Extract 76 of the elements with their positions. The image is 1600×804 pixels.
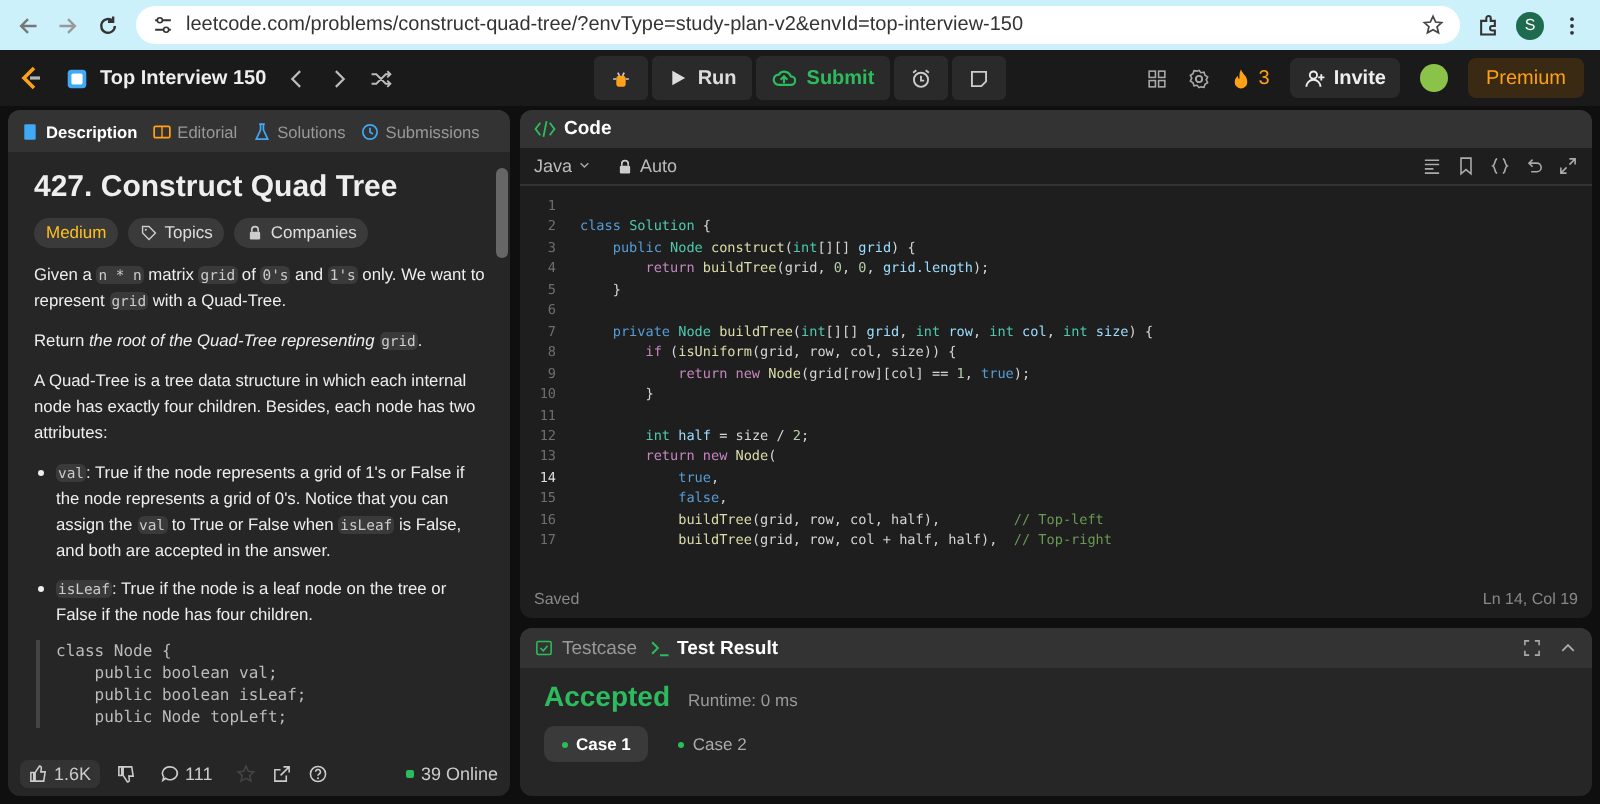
settings-icon[interactable] <box>1188 67 1211 89</box>
online-count: 39 Online <box>406 764 498 784</box>
terminal-icon <box>649 638 669 658</box>
language-dropdown[interactable]: Java <box>534 156 597 176</box>
document-icon <box>20 121 40 141</box>
alarm-clock-icon <box>910 67 933 89</box>
panel-tab[interactable]: Editorial <box>145 121 244 141</box>
scrollbar-thumb[interactable] <box>496 168 508 258</box>
back-arrow-icon[interactable] <box>16 13 40 37</box>
braces-icon[interactable] <box>1490 156 1510 176</box>
panel-tab[interactable]: Solutions <box>245 121 352 141</box>
bookmark-icon[interactable] <box>1456 156 1476 176</box>
format-icon[interactable] <box>1422 156 1442 176</box>
url-text: leetcode.com/problems/construct-quad-tree/?envType=study-plan-v2&envId=top-interview-150 <box>186 14 1026 36</box>
site-settings-icon[interactable] <box>152 14 174 36</box>
streak-counter[interactable]: 3 <box>1230 67 1270 89</box>
star-icon[interactable] <box>236 764 257 784</box>
verdict-text: Accepted <box>544 680 671 712</box>
panel-tab[interactable]: Submissions <box>353 121 486 141</box>
premium-button[interactable]: Premium <box>1467 58 1584 98</box>
case-tab[interactable]: Case 1 <box>544 726 649 762</box>
reset-icon[interactable] <box>1524 156 1544 176</box>
book-icon <box>151 121 172 141</box>
logo-icon[interactable] <box>16 64 44 92</box>
panel-tab[interactable]: Description <box>14 121 144 141</box>
panel-title: Code <box>564 118 612 140</box>
problem-list-link[interactable]: Top Interview 150 <box>100 67 267 89</box>
user-avatar[interactable] <box>1419 64 1448 92</box>
thumbs-up-icon <box>28 764 48 784</box>
run-button[interactable]: Run <box>651 56 753 100</box>
invite-button[interactable]: Invite <box>1289 58 1400 98</box>
shuffle-icon[interactable] <box>370 67 393 89</box>
panel-tab[interactable]: Test Result <box>649 637 779 659</box>
clock-icon <box>359 121 380 141</box>
tag-chip[interactable]: Topics <box>128 218 225 248</box>
timer-button[interactable] <box>894 56 949 100</box>
flame-icon <box>1230 67 1253 89</box>
like-button[interactable]: 1.6K <box>20 760 100 788</box>
tag-chip[interactable]: Companies <box>234 218 369 248</box>
extensions-icon[interactable] <box>1476 13 1500 37</box>
case-tab[interactable]: Case 2 <box>660 726 765 762</box>
note-icon <box>968 67 991 89</box>
flask-icon <box>251 121 272 141</box>
lock-icon <box>246 224 265 242</box>
notes-button[interactable] <box>952 56 1007 100</box>
code-brackets-icon <box>534 118 556 140</box>
lock-icon <box>616 157 635 175</box>
reload-icon[interactable] <box>96 13 120 37</box>
expand-icon[interactable] <box>1558 156 1578 176</box>
tag-icon <box>140 224 159 242</box>
code-example: class Node { public boolean val; public boolean isLeaf; public Node topLeft; <box>36 640 486 728</box>
description-paragraph: A Quad-Tree is a tree data structure in which each internal node has exactly four children. Besides, each node has two attributes: <box>34 368 478 446</box>
difficulty-label: Medium <box>34 218 119 248</box>
autocomplete-mode[interactable]: Auto <box>616 156 678 176</box>
problem-title: 427. Construct Quad Tree <box>34 168 400 206</box>
profile-avatar[interactable]: S <box>1516 11 1544 39</box>
checkbox-icon <box>534 638 554 658</box>
save-status: Saved <box>534 589 580 607</box>
submit-button[interactable]: Submit <box>756 56 891 100</box>
help-icon[interactable] <box>308 764 329 784</box>
add-person-icon <box>1303 67 1326 89</box>
runtime-text: Runtime: 0 ms <box>688 690 798 710</box>
thumbs-down-icon[interactable] <box>115 764 136 784</box>
play-icon <box>667 68 688 88</box>
bug-icon <box>609 67 632 89</box>
speech-bubble-icon <box>159 764 180 784</box>
upload-cloud-icon <box>772 66 797 90</box>
panel-tab[interactable]: Testcase <box>534 637 637 659</box>
debug-button[interactable] <box>593 56 648 100</box>
share-icon[interactable] <box>272 764 293 784</box>
cursor-position: Ln 14, Col 19 <box>1482 589 1578 607</box>
address-bar[interactable]: leetcode.com/problems/construct-quad-tree/?envType=study-plan-v2&envId=top-interview-150 <box>136 6 1460 44</box>
bookmark-star-icon[interactable] <box>1422 14 1444 36</box>
comments-button[interactable]: 111 <box>151 760 221 788</box>
fullscreen-icon[interactable] <box>1522 638 1542 658</box>
layout-icon[interactable] <box>1146 67 1169 89</box>
